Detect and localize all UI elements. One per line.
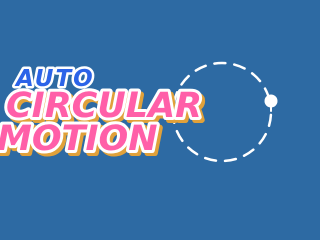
title-word-motion: MOTION <box>0 119 158 159</box>
title-artwork: AUTO CIRCULAR CIRCULAR MOTION MOTION <box>0 61 278 165</box>
game-title-screen: AUTO CIRCULAR CIRCULAR MOTION MOTION <box>0 0 300 200</box>
ball-icon <box>264 94 278 112</box>
